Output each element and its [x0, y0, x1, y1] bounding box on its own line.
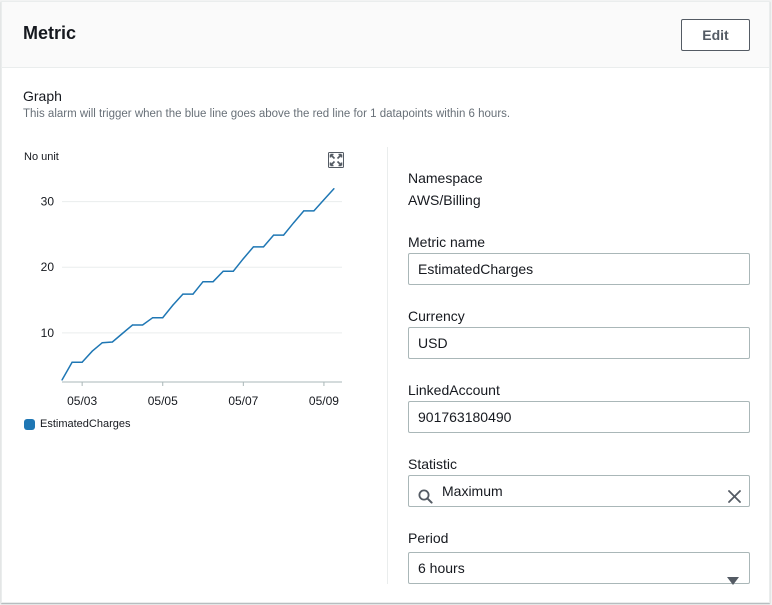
panel-title: Metric [23, 23, 77, 43]
column-divider [387, 147, 388, 584]
statistic-value: Maximum [442, 483, 503, 499]
data-point [152, 317, 154, 319]
legend-label: EstimatedCharges [40, 418, 131, 430]
edit-button[interactable]: Edit [681, 19, 750, 51]
panel-header: Metric Edit [2, 2, 769, 68]
data-point [283, 234, 285, 236]
data-point [131, 324, 134, 326]
linked-account-label: LinkedAccount [408, 382, 500, 398]
series-line-estimated-charges [61, 188, 335, 381]
data-point [162, 317, 164, 319]
statistic-search-field[interactable]: Maximum [408, 475, 750, 507]
data-point [333, 187, 335, 190]
caret-down-icon [727, 565, 739, 585]
graph-description: This alarm will trigger when the blue li… [23, 108, 511, 120]
search-icon [418, 484, 433, 504]
namespace-value: AWS/Billing [408, 192, 481, 208]
currency-field[interactable]: USD [408, 327, 750, 359]
data-point [172, 304, 174, 306]
chart-legend: EstimatedCharges [24, 418, 131, 430]
data-point [222, 270, 224, 272]
data-point [192, 293, 194, 295]
data-point [91, 350, 93, 352]
metric-name-field[interactable]: EstimatedCharges [408, 253, 750, 285]
data-point [323, 199, 325, 201]
data-point [111, 341, 113, 343]
currency-label: Currency [408, 308, 465, 324]
x-tick-label: 05/09 [309, 394, 339, 408]
estimated-charges-chart: 10 20 30 05/03 05/05 05/07 05/09 [41, 187, 342, 408]
y-tick-label: 30 [41, 195, 55, 209]
data-point [212, 281, 214, 283]
data-point [272, 234, 275, 236]
data-point [303, 210, 305, 212]
metric-name-label: Metric name [408, 234, 486, 250]
period-select[interactable]: 6 hours [408, 552, 750, 585]
data-point [71, 361, 73, 363]
clear-icon[interactable] [727, 484, 742, 503]
data-point [81, 361, 83, 363]
data-point [141, 324, 144, 326]
data-point [242, 258, 244, 260]
data-point [252, 246, 255, 248]
y-tick-label: 10 [41, 326, 55, 340]
linked-account-field[interactable]: 901763180490 [408, 401, 750, 433]
legend-swatch [24, 418, 35, 430]
data-point [262, 246, 265, 248]
statistic-label: Statistic [408, 456, 458, 472]
data-point [232, 270, 234, 272]
x-tick-label: 05/05 [148, 394, 178, 408]
data-point [61, 379, 63, 381]
x-tick-label: 05/07 [228, 394, 258, 408]
namespace-label: Namespace [408, 170, 483, 186]
metric-panel: Metric Edit Graph This alarm will trigge… [1, 1, 770, 603]
data-point [182, 293, 184, 295]
data-point [293, 222, 295, 224]
data-point [101, 342, 103, 344]
data-point [202, 281, 204, 283]
period-label: Period [408, 530, 449, 546]
x-tick-label: 05/03 [67, 394, 97, 408]
period-value: 6 hours [418, 560, 465, 576]
y-tick-label: 20 [41, 260, 55, 274]
data-point [313, 210, 315, 212]
data-point [121, 332, 124, 335]
graph-section-title: Graph [23, 88, 62, 104]
